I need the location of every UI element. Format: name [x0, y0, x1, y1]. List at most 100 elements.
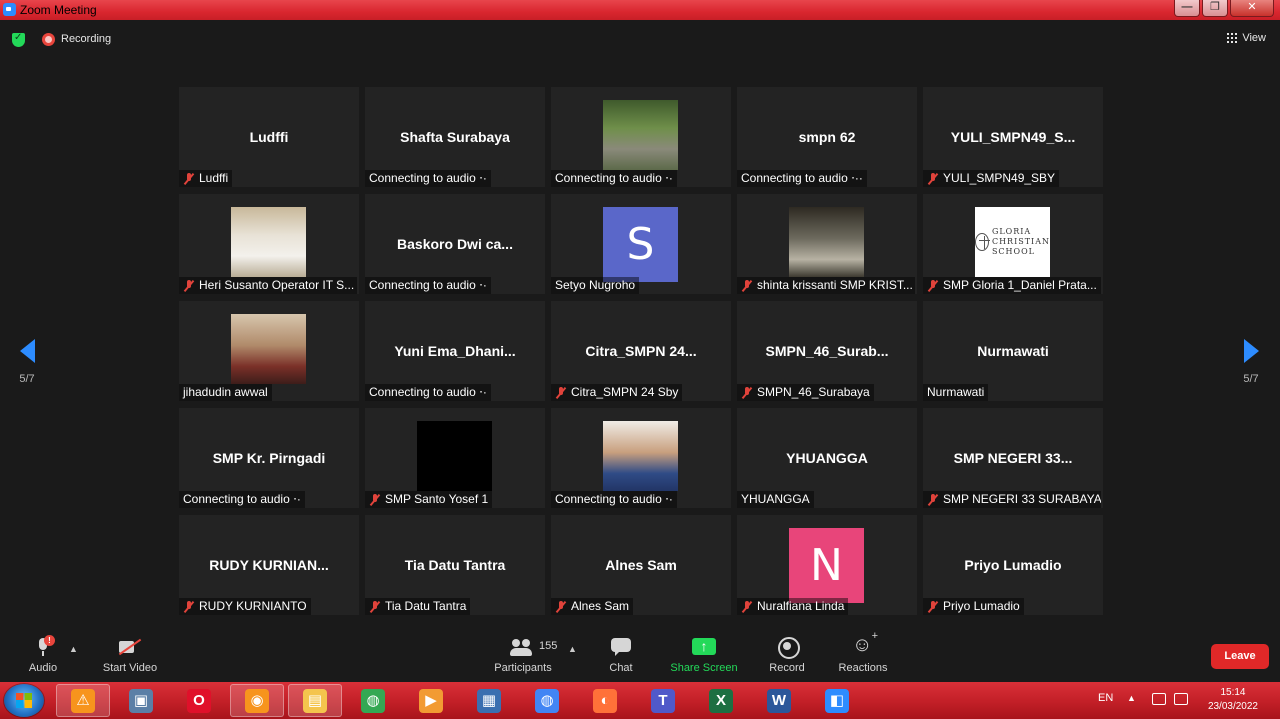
- participant-tile[interactable]: Citra_SMPN 24... Citra_SMPN 24 Sby: [551, 301, 731, 401]
- audio-label: Audio: [28, 662, 58, 674]
- taskbar-clock[interactable]: 15:14 23/03/2022: [1208, 686, 1258, 714]
- participant-name: Alnes Sam: [571, 599, 630, 613]
- participant-tile[interactable]: shinta krissanti SMP KRIST...: [737, 194, 917, 294]
- participants-options-chevron-icon[interactable]: ▲: [568, 644, 577, 654]
- show-hidden-icons-icon[interactable]: ▲: [1127, 693, 1136, 703]
- participant-tile[interactable]: Baskoro Dwi ca... Connecting to audio ⋅·: [365, 194, 545, 294]
- taskbar-app-excel[interactable]: X: [694, 684, 748, 717]
- close-button[interactable]: ✕: [1230, 0, 1274, 17]
- taskbar-app-computer[interactable]: ▣: [114, 684, 168, 717]
- meeting-top-bar: Recording View: [0, 20, 1280, 60]
- taskbar-app-opera[interactable]: O: [172, 684, 226, 717]
- participant-tile[interactable]: SMPN_46_Surab... SMPN_46_Surabaya: [737, 301, 917, 401]
- participant-tile[interactable]: GLORIA CHRISTIAN SCHOOL SMP Gloria 1_Daniel…: [923, 194, 1103, 294]
- participant-display-name: SMPN_46_Surab...: [765, 343, 889, 359]
- participant-name-label: Connecting to audio ⋅·: [365, 277, 491, 294]
- participant-name-label: Connecting to audio ⋅·: [365, 170, 491, 187]
- action-center-icon[interactable]: [1174, 693, 1188, 705]
- mic-muted-icon: [183, 600, 195, 613]
- taskbar-app-avast-browser[interactable]: ◉: [230, 684, 284, 717]
- audio-options-chevron-icon[interactable]: ▲: [69, 644, 78, 654]
- avast-browser-icon: ◉: [245, 688, 269, 713]
- record-button[interactable]: Record: [766, 636, 808, 674]
- participant-tile[interactable]: Heri Susanto Operator IT S...: [179, 194, 359, 294]
- participant-name: Heri Susanto Operator IT S...: [199, 278, 355, 292]
- avatar: S: [603, 207, 678, 282]
- participant-name-label: Connecting to audio ⋅··: [737, 170, 867, 187]
- taskbar-app-file-explorer[interactable]: ▤: [288, 684, 342, 717]
- reactions-icon: [852, 630, 878, 658]
- clock-time: 15:14: [1220, 687, 1246, 698]
- participant-name-label: Connecting to audio ⋅·: [551, 170, 677, 187]
- arrow-right-icon: [1243, 339, 1259, 363]
- participant-tile[interactable]: Yuni Ema_Dhani... Connecting to audio ⋅·: [365, 301, 545, 401]
- participant-tile[interactable]: Priyo Lumadio Priyo Lumadio: [923, 515, 1103, 615]
- taskbar-app-zoom[interactable]: ◧: [810, 684, 864, 717]
- reactions-button[interactable]: Reactions: [835, 630, 891, 674]
- participant-tile[interactable]: Connecting to audio ⋅·: [551, 408, 731, 508]
- participant-tile[interactable]: Alnes Sam Alnes Sam: [551, 515, 731, 615]
- school-logo-text: GLORIA CHRISTIAN SCHOOL: [992, 227, 1050, 257]
- audio-warning-badge: !: [44, 635, 55, 646]
- maximize-button[interactable]: ❐: [1202, 0, 1228, 17]
- participant-name-label: RUDY KURNIANTO: [179, 598, 311, 615]
- taskbar-app-chrome[interactable]: ◍: [520, 684, 574, 717]
- next-page-button[interactable]: 5/7: [1236, 339, 1266, 385]
- participant-name-label: Citra_SMPN 24 Sby: [551, 384, 683, 401]
- participant-tile[interactable]: Shafta Surabaya Connecting to audio ⋅·: [365, 87, 545, 187]
- taskbar-app-word[interactable]: W: [752, 684, 806, 717]
- media-player-icon: ▶: [419, 688, 443, 713]
- share-screen-button[interactable]: Share Screen: [668, 636, 740, 674]
- zoom-app-icon: [3, 3, 16, 16]
- network-monitor-icon: ▦: [477, 688, 501, 713]
- participant-name: Connecting to audio ⋅·: [369, 171, 487, 185]
- participant-tile[interactable]: YHUANGGA YHUANGGA: [737, 408, 917, 508]
- leave-button[interactable]: Leave: [1211, 644, 1269, 669]
- participant-tile[interactable]: SMP NEGERI 33... SMP NEGERI 33 SURABAYA: [923, 408, 1103, 508]
- taskbar-app-media-player[interactable]: ▶: [404, 684, 458, 717]
- view-button[interactable]: View: [1227, 32, 1266, 44]
- participant-name: Nuralfiana Linda: [757, 599, 845, 613]
- participant-tile[interactable]: Connecting to audio ⋅·: [551, 87, 731, 187]
- mic-muted-icon: [927, 172, 939, 185]
- participant-display-name: Ludffi: [249, 129, 289, 145]
- participant-name-label: Connecting to audio ⋅·: [179, 491, 305, 508]
- chat-label: Chat: [609, 662, 633, 674]
- language-indicator[interactable]: EN: [1098, 692, 1113, 704]
- arrow-left-icon: [19, 339, 35, 363]
- taskbar-app-teams[interactable]: T: [636, 684, 690, 717]
- participant-tile[interactable]: jihadudin awwal: [179, 301, 359, 401]
- chat-button[interactable]: Chat: [604, 636, 638, 674]
- taskbar-app-chrome-profile[interactable]: ◍: [346, 684, 400, 717]
- mic-muted-icon: [369, 600, 381, 613]
- network-icon[interactable]: [1152, 693, 1166, 705]
- start-button[interactable]: [4, 684, 44, 717]
- participant-tile[interactable]: smpn 62 Connecting to audio ⋅··: [737, 87, 917, 187]
- taskbar-app-firefox[interactable]: ◐: [578, 684, 632, 717]
- participant-tile[interactable]: SMP Santo Yosef 1: [365, 408, 545, 508]
- participant-tile[interactable]: Ludffi Ludffi: [179, 87, 359, 187]
- windows-taskbar: ⚠ ▣ O ◉ ▤ ◍ ▶ ▦ ◍ ◐ T X W ◧ EN ▲ 15:14 23/03/2022: [0, 682, 1280, 719]
- taskbar-app-avast[interactable]: ⚠: [56, 684, 110, 717]
- participant-tile[interactable]: SMP Kr. Pirngadi Connecting to audio ⋅·: [179, 408, 359, 508]
- encryption-shield-icon[interactable]: [12, 32, 25, 47]
- share-screen-label: Share Screen: [670, 662, 738, 674]
- participant-name-label: shinta krissanti SMP KRIST...: [737, 277, 915, 294]
- participant-tile[interactable]: RUDY KURNIAN... RUDY KURNIANTO: [179, 515, 359, 615]
- taskbar-app-network-monitor[interactable]: ▦: [462, 684, 516, 717]
- previous-page-button[interactable]: 5/7: [12, 339, 42, 385]
- participant-tile[interactable]: S Setyo Nugroho: [551, 194, 731, 294]
- teams-icon: T: [651, 688, 675, 713]
- minimize-button[interactable]: —: [1174, 0, 1200, 17]
- participant-tile[interactable]: Nurmawati Nurmawati: [923, 301, 1103, 401]
- participant-tile[interactable]: YULI_SMPN49_S... YULI_SMPN49_SBY: [923, 87, 1103, 187]
- avast-icon: ⚠: [71, 688, 95, 713]
- participant-tile[interactable]: N Nuralfiana Linda: [737, 515, 917, 615]
- participant-tile[interactable]: Tia Datu Tantra Tia Datu Tantra: [365, 515, 545, 615]
- recording-label[interactable]: Recording: [61, 33, 111, 45]
- participant-display-name: smpn 62: [798, 129, 856, 145]
- clock-date: 23/03/2022: [1207, 701, 1258, 712]
- participant-name-label: Ludffi: [179, 170, 233, 187]
- participant-name-label: Nuralfiana Linda: [737, 598, 849, 615]
- start-video-button[interactable]: Start Video: [100, 636, 160, 674]
